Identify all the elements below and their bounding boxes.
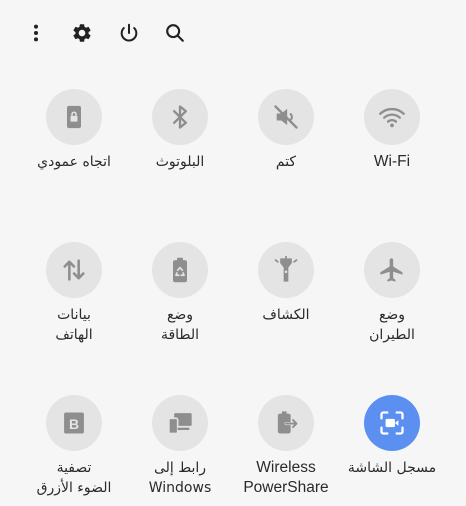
quick-tile-toggle-button[interactable] [46,242,102,298]
quick-tile-bluetooth: البلوتوث [127,89,233,172]
flashlight-icon [274,256,298,282]
quick-tile-mute: كتم [233,89,339,172]
wifi-icon [379,107,405,128]
quick-tile-label: مسجل الشاشة [347,460,437,476]
gear-icon [73,24,91,42]
quick-tile-label: البلوتوث [155,154,205,170]
portrait-lock-icon [67,105,81,129]
bluetooth-icon [173,105,187,129]
quick-tile-wifi: Wi-Fi [339,89,445,172]
wireless-powershare-icon [277,411,299,434]
quick-tile-label: رابط إلى Windows [148,460,212,496]
quick-tile-toggle-button[interactable] [258,242,314,298]
link-to-windows-icon [168,413,192,435]
quick-tile-label: وضع الطاقة [160,307,200,343]
screen-recorder-icon [380,411,404,435]
quick-tile-label: تصفية الضوء الأزرق [36,460,112,496]
quick-tile-toggle-button[interactable] [152,395,208,451]
mobile-data-icon [63,259,85,281]
blue-light-filter-icon: B [64,412,84,434]
search-icon [166,24,184,42]
quick-tile-toggle-button[interactable]: B [46,395,102,451]
airplane-icon [380,258,403,282]
quick-tile-toggle-button[interactable] [258,395,314,451]
quick-tile-screen-recorder: مسجل الشاشة [339,395,445,478]
quick-tile-link-to-windows: رابط إلى Windows [127,395,233,498]
quick-tile-blue-light-filter: B تصفية الضوء الأزرق [21,395,127,498]
quick-tile-wireless-powershare: Wireless PowerShare [233,395,339,498]
quick-tile-mobile-data: بيانات الهاتف [21,242,127,345]
quick-tile-portrait-lock: اتجاه عمودي [21,89,127,172]
quick-tile-airplane: وضع الطيران [339,242,445,345]
mute-icon [274,105,298,129]
power-mode-icon [173,257,187,283]
quick-tile-label: اتجاه عمودي [37,154,111,170]
quick-tile-toggle-button[interactable] [152,242,208,298]
quick-tile-flashlight: الكشاف [233,242,339,325]
svg-text:B: B [69,416,79,432]
quick-tile-label: الكشاف [262,307,310,323]
quick-tile-label: بيانات الهاتف [55,307,93,343]
quick-tile-toggle-button[interactable] [364,242,420,298]
quick-tile-label: Wireless PowerShare [243,459,329,496]
quick-tile-toggle-button[interactable] [364,89,420,145]
search-button[interactable] [162,20,188,46]
quick-tile-label: Wi-Fi [373,153,411,170]
power-icon [120,23,138,42]
quick-tile-power-mode: وضع الطاقة [127,242,233,345]
quick-tile-label: كتم [275,154,297,170]
quick-tile-label: وضع الطيران [369,307,415,343]
quick-tile-toggle-button[interactable] [258,89,314,145]
more-vert-icon [33,24,39,42]
more-options-button[interactable] [23,20,49,46]
quick-tile-toggle-button[interactable] [152,89,208,145]
quick-tile-toggle-button[interactable] [46,89,102,145]
power-button[interactable] [116,20,142,46]
quick-tile-toggle-button[interactable] [364,395,420,451]
settings-button[interactable] [69,20,95,46]
